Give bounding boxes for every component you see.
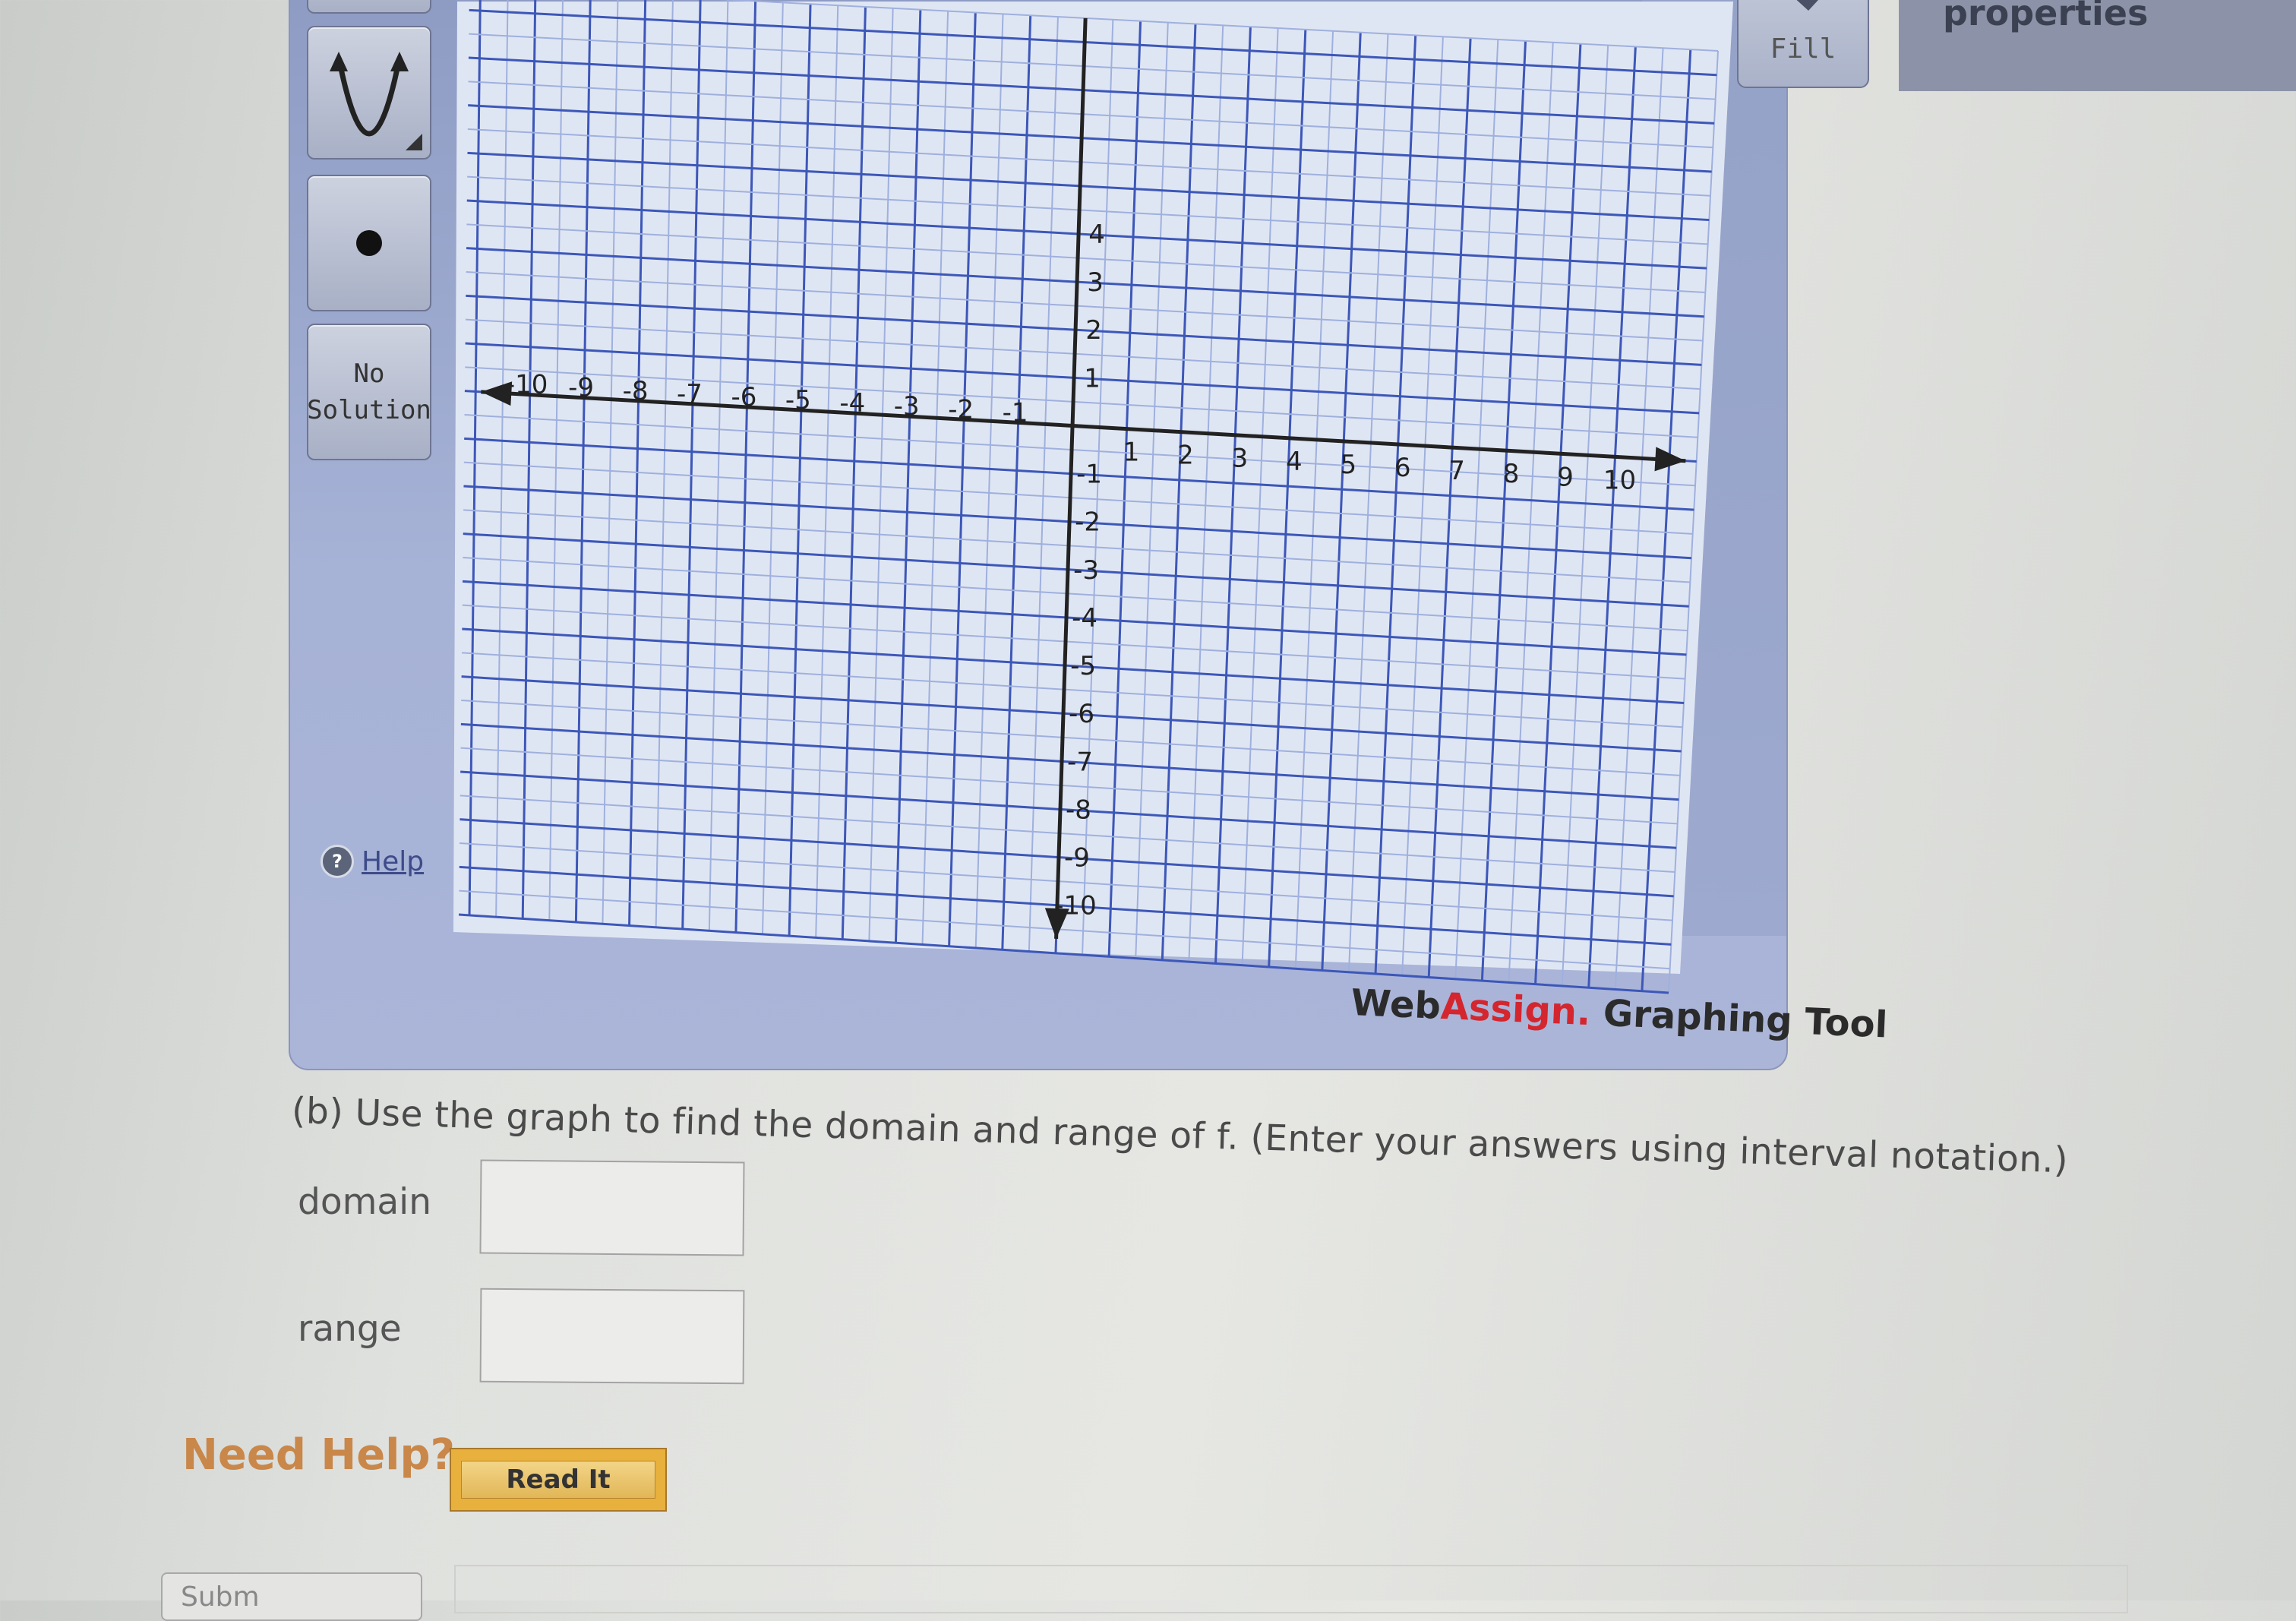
need-help-label: Need Help? (182, 1430, 456, 1480)
y-tick-label: -3 (1073, 555, 1099, 586)
y-tick-label: 1 (1084, 363, 1101, 393)
brand-assign: Assign. (1439, 984, 1592, 1035)
x-tick-label: 2 (1177, 441, 1194, 471)
domain-input[interactable] (479, 1159, 745, 1256)
coordinate-grid[interactable]: -10 -9 -8 -7 -6 -5 -4 -3 -2 -1 1 2 3 4 5 6 7 8 9 10 4 3 2 1 -1 -2… (290, 0, 1786, 1069)
y-tick-label: 2 (1085, 315, 1102, 346)
y-tick-label: -9 (1064, 843, 1090, 874)
y-tick-label: 3 (1087, 267, 1104, 298)
properties-label: properties (1943, 0, 2149, 33)
x-tick-label: 10 (1603, 465, 1636, 495)
x-tick-label: -2 (948, 394, 974, 425)
y-tick-label: -4 (1072, 603, 1097, 634)
x-tick-label: 5 (1340, 450, 1356, 480)
x-tick-label: 4 (1286, 447, 1303, 477)
y-tick-label: -1 (1076, 460, 1102, 490)
domain-label: domain (298, 1181, 432, 1223)
paint-bucket-icon (1796, 0, 1818, 11)
x-tick-label: 8 (1503, 459, 1520, 489)
range-input[interactable] (479, 1288, 745, 1385)
x-tick-label: -5 (785, 385, 811, 416)
graphing-tool-panel: No Solution ? Help -10 -9 -8 -7 -6 -5 -4 -3 -2 -1… (289, 0, 1869, 1070)
x-tick-label: -8 (623, 376, 649, 406)
x-tick-label: -4 (839, 388, 865, 419)
range-label: range (298, 1308, 402, 1350)
fill-tool-button[interactable]: Fill (1737, 0, 1869, 88)
x-tick-label: -3 (894, 391, 920, 422)
read-it-button[interactable]: Read It (450, 1448, 667, 1512)
submit-button[interactable]: Subm (161, 1572, 422, 1621)
x-tick-label: -10 (506, 370, 548, 400)
x-tick-label: 3 (1232, 444, 1249, 474)
bottom-frame (454, 1565, 2128, 1613)
x-tick-label: 1 (1123, 438, 1140, 468)
x-tick-label: -1 (1003, 397, 1028, 428)
x-tick-label: 9 (1557, 462, 1574, 492)
y-tick-label: -7 (1067, 747, 1093, 777)
x-tick-label: 6 (1394, 453, 1411, 483)
x-tick-label: 7 (1448, 456, 1465, 486)
y-tick-label: -10 (1054, 891, 1097, 921)
brand-web: Web (1350, 981, 1442, 1028)
y-tick-label: -8 (1066, 795, 1091, 825)
y-tick-label: -6 (1069, 699, 1094, 729)
properties-panel: properties (1899, 0, 2296, 91)
y-tick-label: -5 (1070, 651, 1096, 681)
x-tick-label: -7 (677, 379, 703, 409)
submit-label: Subm (181, 1582, 260, 1613)
y-tick-label: 4 (1088, 220, 1105, 250)
read-it-label: Read It (461, 1461, 655, 1499)
fill-label: Fill (1770, 33, 1836, 65)
x-tick-label: -9 (568, 373, 594, 403)
x-tick-label: -6 (731, 382, 756, 412)
y-tick-label: -2 (1075, 507, 1101, 538)
